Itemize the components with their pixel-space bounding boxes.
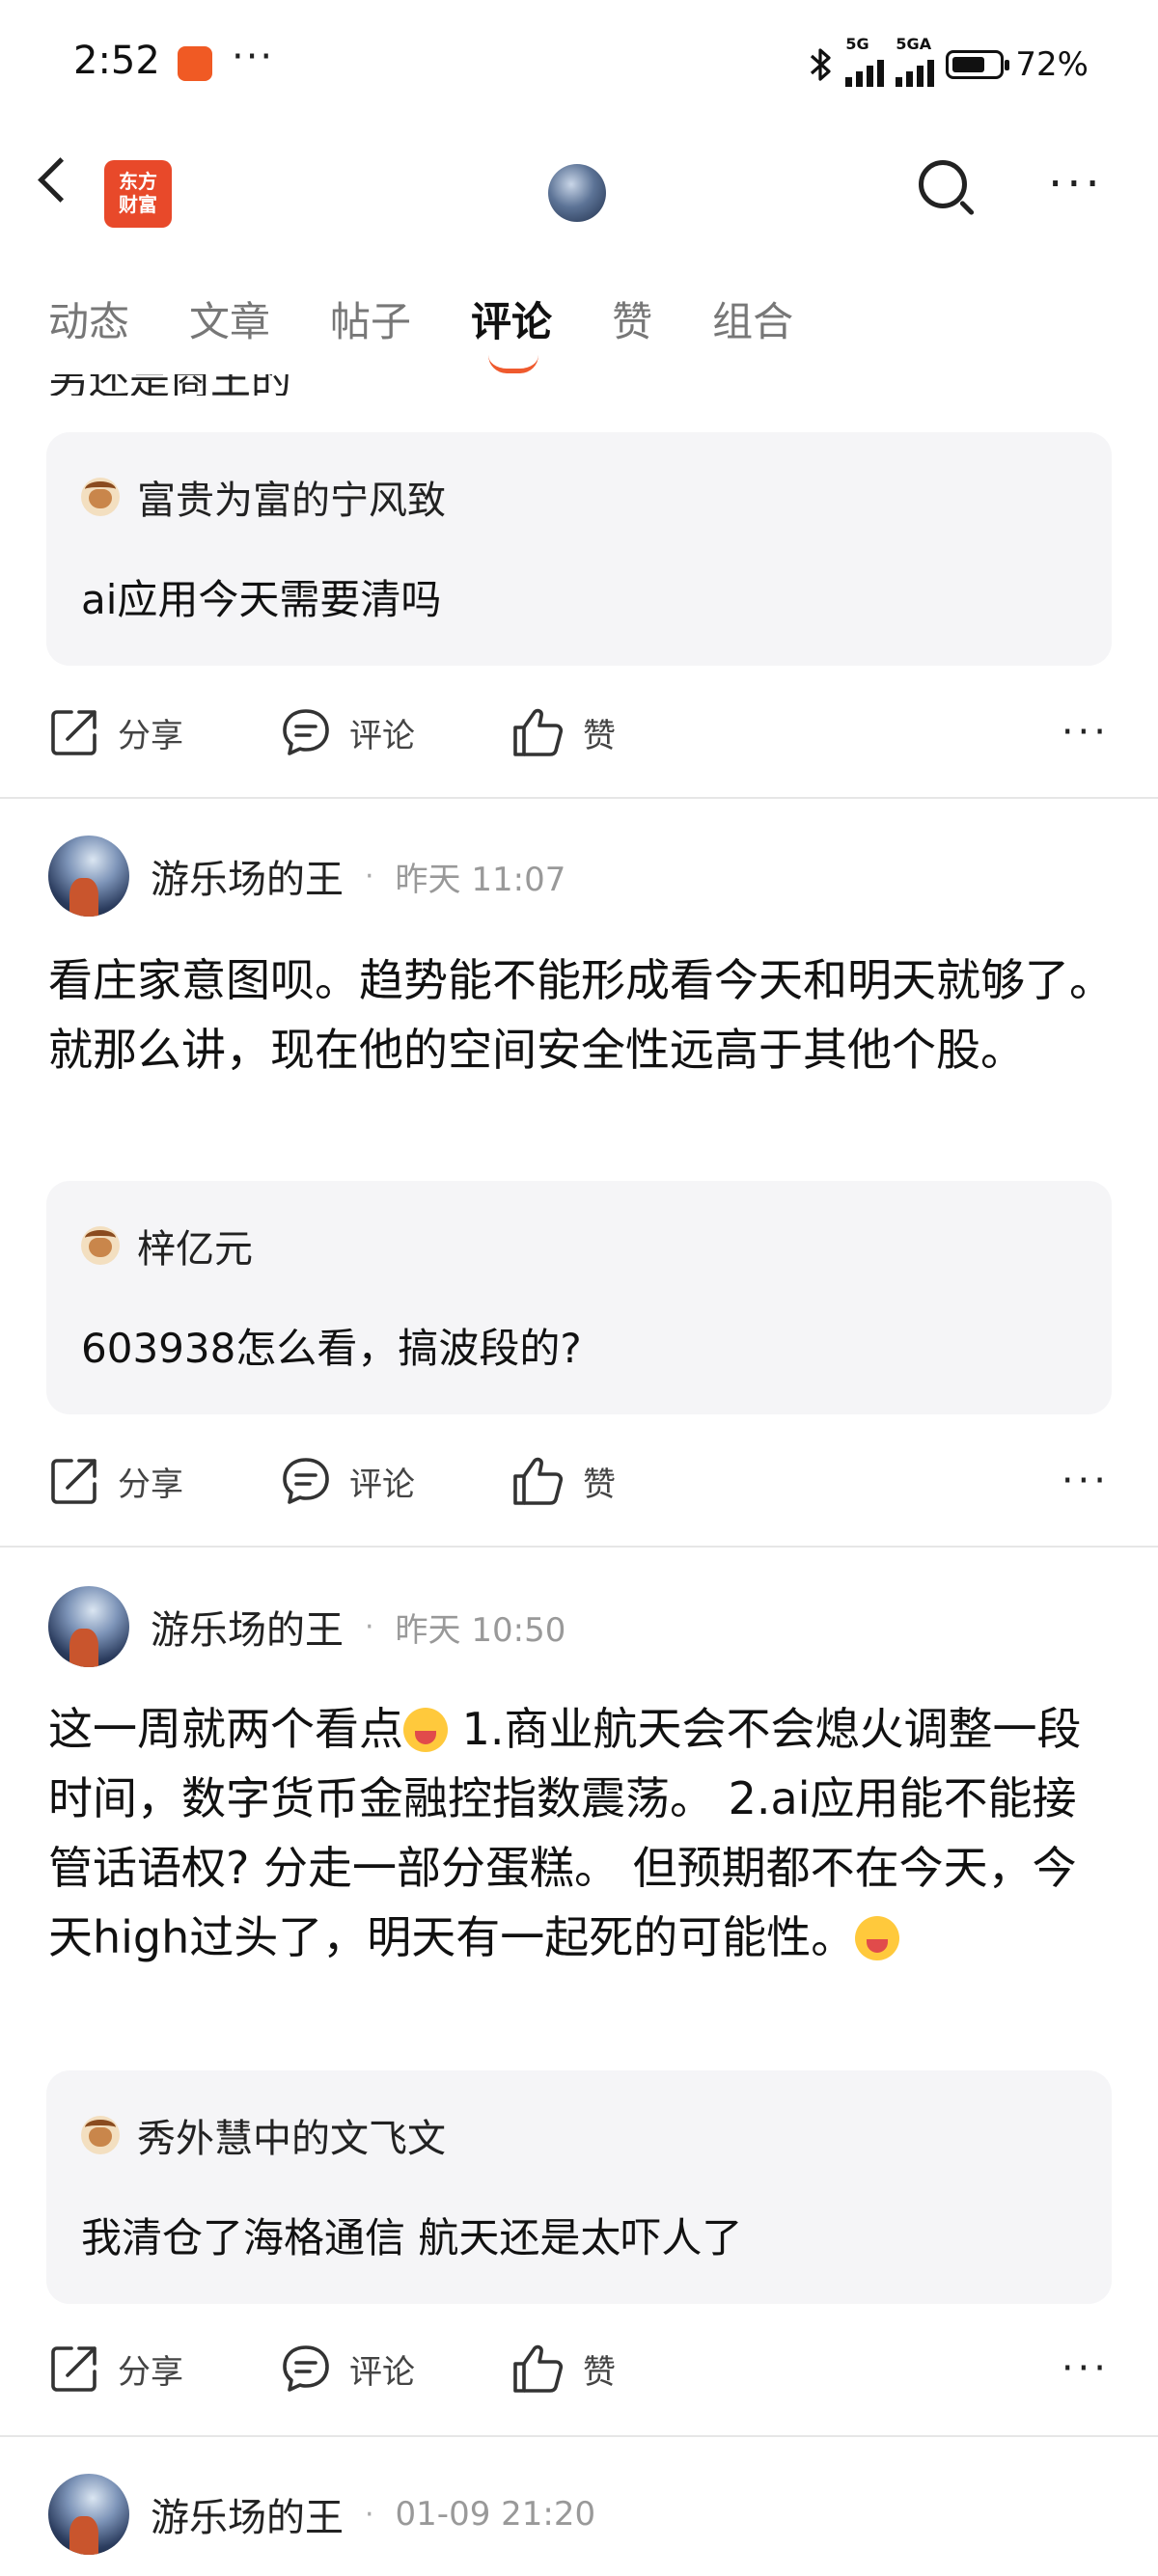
quoted-comment-text: 603938怎么看，搞波段的?: [81, 1325, 582, 1372]
post-time: 昨天 10:50: [395, 1610, 566, 1650]
brand-logo: 东方财富: [104, 160, 172, 228]
like-button[interactable]: 赞: [511, 1455, 743, 1507]
post-author[interactable]: 游乐场的王 · 昨天 11:07: [48, 836, 565, 917]
header-avatar[interactable]: [548, 164, 606, 222]
share-icon: [51, 1459, 96, 1504]
tab-portfolio[interactable]: 组合: [712, 289, 793, 348]
quoted-user-name: 秀外慧中的文飞文: [137, 2117, 446, 2161]
battery-percent: 72%: [1015, 45, 1089, 84]
tab-posts[interactable]: 帖子: [330, 289, 411, 348]
status-time: 2:52: [73, 39, 160, 83]
action-bar: 分享 评论 赞 ···: [48, 706, 1110, 758]
author-name[interactable]: 游乐场的王: [151, 848, 344, 904]
avatar: [81, 478, 120, 516]
share-icon: [51, 710, 96, 755]
post-time: 昨天 11:07: [395, 860, 566, 899]
avatar[interactable]: [48, 836, 129, 917]
share-button[interactable]: 分享: [48, 706, 280, 758]
divider: [0, 1546, 1158, 1548]
signal-5ga-icon: 5GA: [896, 35, 935, 87]
tab-bar: 动态 文章 帖子 评论 赞 组合: [48, 289, 793, 373]
avatar[interactable]: [48, 1586, 129, 1667]
divider: [0, 797, 1158, 799]
comment-button[interactable]: 评论: [280, 706, 511, 758]
thumbs-up-icon: [513, 1457, 564, 1505]
author-name[interactable]: 游乐场的王: [151, 2486, 344, 2542]
author-name[interactable]: 游乐场的王: [151, 1599, 344, 1655]
quoted-comment-text: ai应用今天需要清吗: [81, 576, 442, 623]
post-author[interactable]: 游乐场的王 · 昨天 10:50: [48, 1586, 565, 1667]
quoted-user-name: 富贵为富的宁风致: [137, 479, 446, 523]
more-icon[interactable]: ···: [1062, 710, 1110, 754]
action-bar: 分享 评论 赞 ···: [48, 1455, 1110, 1507]
tab-dynamics[interactable]: 动态: [48, 289, 129, 348]
action-bar: 分享 评论 赞 ···: [48, 2343, 1110, 2395]
tab-likes[interactable]: 赞: [612, 289, 652, 348]
clipped-post-text: 另还是商王的: [48, 374, 627, 396]
like-button[interactable]: 赞: [511, 706, 743, 758]
status-indicators: 5G 5GA 72%: [809, 35, 1089, 87]
bluetooth-icon: [811, 48, 832, 81]
tab-articles[interactable]: 文章: [189, 289, 270, 348]
like-button[interactable]: 赞: [511, 2343, 743, 2395]
comment-icon: [283, 709, 329, 755]
comment-icon: [283, 1458, 329, 1504]
avatar: [81, 2116, 120, 2154]
quoted-user-name: 梓亿元: [137, 1227, 253, 1272]
thumbs-up-icon: [513, 2344, 564, 2393]
battery-icon: [946, 50, 1010, 79]
more-icon[interactable]: ···: [1062, 2346, 1110, 2391]
share-button[interactable]: 分享: [48, 2343, 280, 2395]
quoted-comment-text: 我清仓了海格通信 航天还是太吓人了: [81, 2214, 743, 2261]
post-time: 01-09 21:20: [395, 2495, 596, 2534]
quoted-comment[interactable]: 秀外慧中的文飞文 我清仓了海格通信 航天还是太吓人了: [46, 2070, 1112, 2304]
comment-button[interactable]: 评论: [280, 2343, 511, 2395]
share-button[interactable]: 分享: [48, 1455, 280, 1507]
divider: [0, 2435, 1158, 2437]
more-options-icon[interactable]: ···: [1048, 161, 1104, 207]
thumbs-up-icon: [513, 708, 564, 756]
search-icon[interactable]: [919, 160, 967, 208]
avatar[interactable]: [48, 2474, 129, 2555]
comment-button[interactable]: 评论: [280, 1455, 511, 1507]
back-button[interactable]: [38, 157, 83, 203]
share-icon: [51, 2346, 96, 2392]
post-author[interactable]: 游乐场的王 · 01-09 21:20: [48, 2474, 595, 2555]
post-content[interactable]: 看庄家意图呗。趋势能不能形成看今天和明天就够了。就那么讲，现在他的空间安全性远高…: [48, 945, 1119, 1084]
tab-comments[interactable]: 评论: [471, 289, 552, 373]
quoted-comment[interactable]: 富贵为富的宁风致 ai应用今天需要清吗: [46, 432, 1112, 666]
status-more-icon: ···: [232, 35, 275, 79]
avatar: [81, 1226, 120, 1265]
quoted-comment[interactable]: 梓亿元 603938怎么看，搞波段的?: [46, 1181, 1112, 1414]
laughing-emoji-icon: [855, 1916, 900, 1960]
signal-5g-icon: 5G: [845, 35, 885, 87]
laughing-emoji-icon: [403, 1708, 448, 1752]
post-content[interactable]: 这一周就两个看点 1.商业航天会不会熄火调整一段时间，数字货币金融控指数震荡。 …: [48, 1694, 1119, 1972]
more-icon[interactable]: ···: [1062, 1459, 1110, 1503]
app-notification-icon: [178, 46, 212, 81]
comment-icon: [283, 2345, 329, 2392]
